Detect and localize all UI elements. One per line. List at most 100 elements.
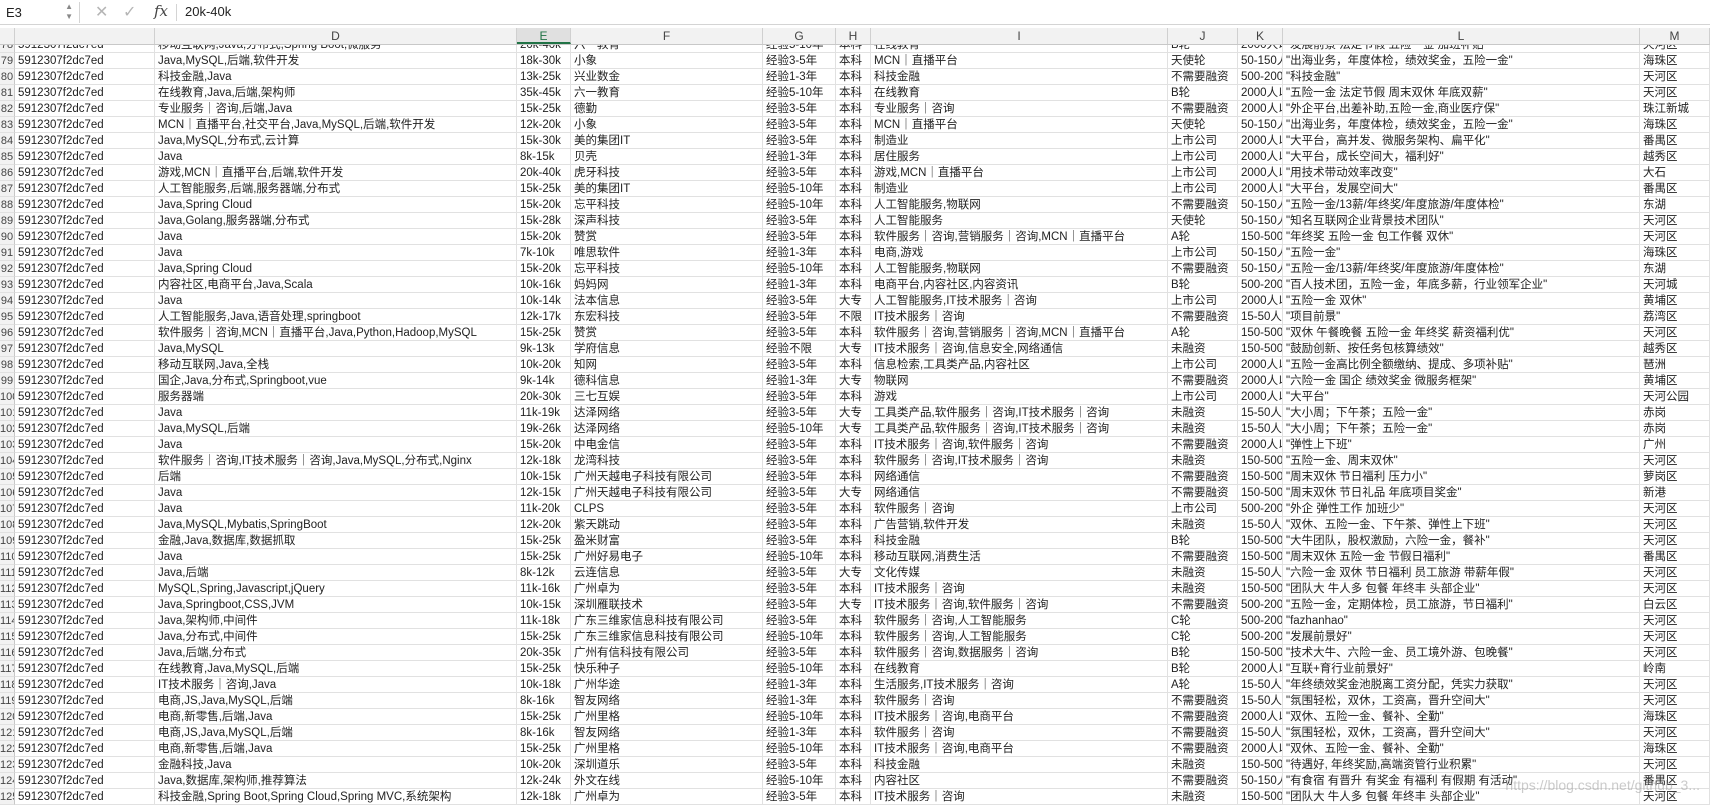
table-cell[interactable]: 5912307f2dc7ed [15, 261, 155, 277]
table-cell[interactable]: 15k-25k [517, 661, 571, 677]
table-cell[interactable]: 天河区 [1640, 757, 1710, 773]
table-cell[interactable]: CLPS [571, 501, 763, 517]
table-cell[interactable]: 广州好易电子 [571, 549, 763, 565]
table-cell[interactable]: 越秀区 [1640, 149, 1710, 165]
row-number[interactable]: 120 [0, 709, 15, 725]
table-cell[interactable]: 10k-14k [517, 293, 571, 309]
table-cell[interactable]: 广州卓为 [571, 789, 763, 805]
table-cell[interactable]: 本科 [836, 629, 871, 645]
table-cell[interactable]: 本科 [836, 453, 871, 469]
table-cell[interactable]: 2000人以上 [1238, 373, 1283, 389]
table-cell[interactable]: 金融科技,Java [155, 757, 517, 773]
table-cell[interactable]: 软件服务｜咨询 [871, 501, 1168, 517]
table-cell[interactable]: 5912307f2dc7ed [15, 325, 155, 341]
table-cell[interactable]: 小象 [571, 53, 763, 69]
row-number[interactable]: 84 [0, 133, 15, 149]
table-cell[interactable]: "大牛团队，股权激励，六险一金，餐补" [1283, 533, 1640, 549]
table-cell[interactable]: 本科 [836, 501, 871, 517]
table-cell[interactable]: "六险一金 双休 节日福利 员工旅游 带薪年假" [1283, 565, 1640, 581]
row-number[interactable]: 125 [0, 789, 15, 805]
table-cell[interactable]: 未融资 [1168, 405, 1238, 421]
row-number[interactable]: 94 [0, 293, 15, 309]
table-cell[interactable]: 广州 [1640, 437, 1710, 453]
row-number[interactable]: 115 [0, 629, 15, 645]
table-cell[interactable]: 知网 [571, 357, 763, 373]
table-cell[interactable]: 忘平科技 [571, 197, 763, 213]
table-cell[interactable]: "出海业务，年度体检，绩效奖金，五险一金" [1283, 117, 1640, 133]
table-cell[interactable]: 网络通信 [871, 469, 1168, 485]
table-cell[interactable]: 未融资 [1168, 757, 1238, 773]
table-cell[interactable]: B轮 [1168, 85, 1238, 101]
table-cell[interactable]: 经验3-5年 [763, 213, 836, 229]
table-cell[interactable]: 150-500人 [1238, 229, 1283, 245]
table-cell[interactable]: Java,后端,分布式 [155, 645, 517, 661]
table-cell[interactable]: 不需要融资 [1168, 549, 1238, 565]
table-cell[interactable]: 天使轮 [1168, 213, 1238, 229]
table-cell[interactable]: 人工智能服务,IT技术服务｜咨询 [871, 293, 1168, 309]
table-cell[interactable]: 本科 [836, 517, 871, 533]
table-cell[interactable]: 大专 [836, 597, 871, 613]
table-cell[interactable]: 游戏,MCN｜直播平台 [871, 165, 1168, 181]
table-cell[interactable]: 2000人以上 [1238, 45, 1283, 53]
table-cell[interactable]: 天河区 [1640, 533, 1710, 549]
table-cell[interactable]: 本科 [836, 69, 871, 85]
table-cell[interactable]: 5912307f2dc7ed [15, 645, 155, 661]
row-number[interactable]: 86 [0, 165, 15, 181]
table-cell[interactable]: 5912307f2dc7ed [15, 597, 155, 613]
table-cell[interactable]: 12k-18k [517, 789, 571, 805]
table-cell[interactable]: 5912307f2dc7ed [15, 165, 155, 181]
table-cell[interactable]: 科技金融,Spring Boot,Spring Cloud,Spring MVC… [155, 789, 517, 805]
table-cell[interactable]: 不限 [836, 309, 871, 325]
table-cell[interactable]: 天使轮 [1168, 117, 1238, 133]
table-cell[interactable]: 15k-20k [517, 197, 571, 213]
table-cell[interactable]: 天河区 [1640, 229, 1710, 245]
table-cell[interactable]: 本科 [836, 117, 871, 133]
row-number[interactable]: 98 [0, 357, 15, 373]
table-cell[interactable]: 学府信息 [571, 341, 763, 357]
table-cell[interactable]: 经验1-3年 [763, 277, 836, 293]
table-cell[interactable]: Java [155, 293, 517, 309]
table-cell[interactable]: 本科 [836, 277, 871, 293]
table-cell[interactable]: "弹性上下班" [1283, 437, 1640, 453]
table-cell[interactable]: 六一教育 [571, 85, 763, 101]
table-cell[interactable]: 经验3-5年 [763, 469, 836, 485]
table-cell[interactable]: 5912307f2dc7ed [15, 85, 155, 101]
table-cell[interactable]: 50-150人 [1238, 773, 1283, 789]
row-number[interactable]: 97 [0, 341, 15, 357]
table-cell[interactable]: 经验1-3年 [763, 149, 836, 165]
table-cell[interactable]: 智友网络 [571, 693, 763, 709]
table-cell[interactable]: 电商,游戏 [871, 245, 1168, 261]
table-cell[interactable]: 经验1-3年 [763, 693, 836, 709]
table-cell[interactable]: 达泽网络 [571, 421, 763, 437]
table-cell[interactable]: 15k-20k [517, 261, 571, 277]
table-cell[interactable]: 不需要融资 [1168, 69, 1238, 85]
table-cell[interactable]: 5912307f2dc7ed [15, 229, 155, 245]
table-cell[interactable]: IT技术服务｜咨询,电商平台 [871, 709, 1168, 725]
table-cell[interactable]: Java,MySQL,后端,软件开发 [155, 53, 517, 69]
table-cell[interactable]: 8k-15k [517, 149, 571, 165]
table-cell[interactable]: 5912307f2dc7ed [15, 133, 155, 149]
table-cell[interactable]: 上市公司 [1168, 165, 1238, 181]
table-cell[interactable]: 经验3-5年 [763, 389, 836, 405]
table-cell[interactable]: 软件服务｜咨询,营销服务｜咨询,MCN｜直播平台 [871, 325, 1168, 341]
row-number[interactable]: 99 [0, 373, 15, 389]
table-cell[interactable]: Java,MySQL [155, 341, 517, 357]
table-cell[interactable]: 广州卓为 [571, 581, 763, 597]
table-cell[interactable]: 50-150人 [1238, 261, 1283, 277]
table-cell[interactable]: 15-50人 [1238, 405, 1283, 421]
table-cell[interactable]: 5912307f2dc7ed [15, 405, 155, 421]
table-cell[interactable]: 本科 [836, 85, 871, 101]
table-cell[interactable]: 岭南 [1640, 661, 1710, 677]
table-cell[interactable]: 小象 [571, 117, 763, 133]
table-cell[interactable]: "双休、五险一金、餐补、全勤" [1283, 709, 1640, 725]
table-cell[interactable]: 深声科技 [571, 213, 763, 229]
table-cell[interactable]: 5912307f2dc7ed [15, 613, 155, 629]
table-cell[interactable]: 人工智能服务,后端,服务器端,分布式 [155, 181, 517, 197]
table-cell[interactable]: 广州华途 [571, 677, 763, 693]
table-cell[interactable]: "周末双休 节日礼品 年底项目奖金" [1283, 485, 1640, 501]
table-cell[interactable]: 15k-20k [517, 229, 571, 245]
table-cell[interactable]: 15-50人 [1238, 677, 1283, 693]
table-cell[interactable]: Java [155, 549, 517, 565]
table-cell[interactable]: 科技金融,Java [155, 69, 517, 85]
table-cell[interactable]: Java,MySQL,分布式,云计算 [155, 133, 517, 149]
